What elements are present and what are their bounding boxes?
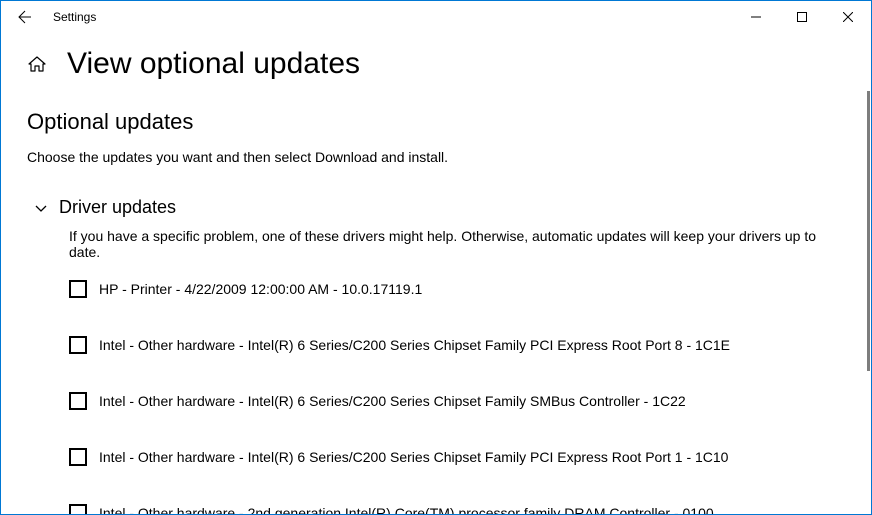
update-label: Intel - Other hardware - 2nd generation … [99,505,714,514]
update-item[interactable]: Intel - Other hardware - Intel(R) 6 Seri… [69,392,845,410]
drivers-header-label: Driver updates [59,197,176,218]
close-icon [843,12,853,22]
home-icon[interactable] [27,54,47,74]
back-arrow-icon [17,9,33,25]
update-checkbox[interactable] [69,448,87,466]
update-checkbox[interactable] [69,392,87,410]
chevron-down-icon [33,200,49,216]
update-item[interactable]: Intel - Other hardware - 2nd generation … [69,504,845,514]
update-label: HP - Printer - 4/22/2009 12:00:00 AM - 1… [99,281,422,297]
content-area: View optional updates Optional updates C… [1,33,871,514]
back-button[interactable] [9,1,41,33]
page-header: View optional updates [27,47,845,81]
drivers-header[interactable]: Driver updates [33,197,845,218]
minimize-button[interactable] [733,1,779,33]
update-checkbox[interactable] [69,504,87,514]
update-label: Intel - Other hardware - Intel(R) 6 Seri… [99,393,686,409]
update-label: Intel - Other hardware - Intel(R) 6 Seri… [99,337,730,353]
update-item[interactable]: HP - Printer - 4/22/2009 12:00:00 AM - 1… [69,280,845,298]
instruction-text: Choose the updates you want and then sel… [27,149,845,165]
page-title: View optional updates [67,47,360,81]
update-checkbox[interactable] [69,280,87,298]
update-item[interactable]: Intel - Other hardware - Intel(R) 6 Seri… [69,336,845,354]
drivers-section: Driver updates If you have a specific pr… [27,197,845,514]
update-list: HP - Printer - 4/22/2009 12:00:00 AM - 1… [33,280,845,514]
scrollbar[interactable] [867,91,870,371]
maximize-icon [797,12,807,22]
update-checkbox[interactable] [69,336,87,354]
minimize-icon [751,12,761,22]
update-label: Intel - Other hardware - Intel(R) 6 Seri… [99,449,728,465]
update-item[interactable]: Intel - Other hardware - Intel(R) 6 Seri… [69,448,845,466]
close-button[interactable] [825,1,871,33]
window-controls [733,1,871,33]
titlebar: Settings [1,1,871,33]
drivers-hint: If you have a specific problem, one of t… [69,228,845,260]
section-title: Optional updates [27,109,845,135]
maximize-button[interactable] [779,1,825,33]
app-title: Settings [53,10,96,24]
